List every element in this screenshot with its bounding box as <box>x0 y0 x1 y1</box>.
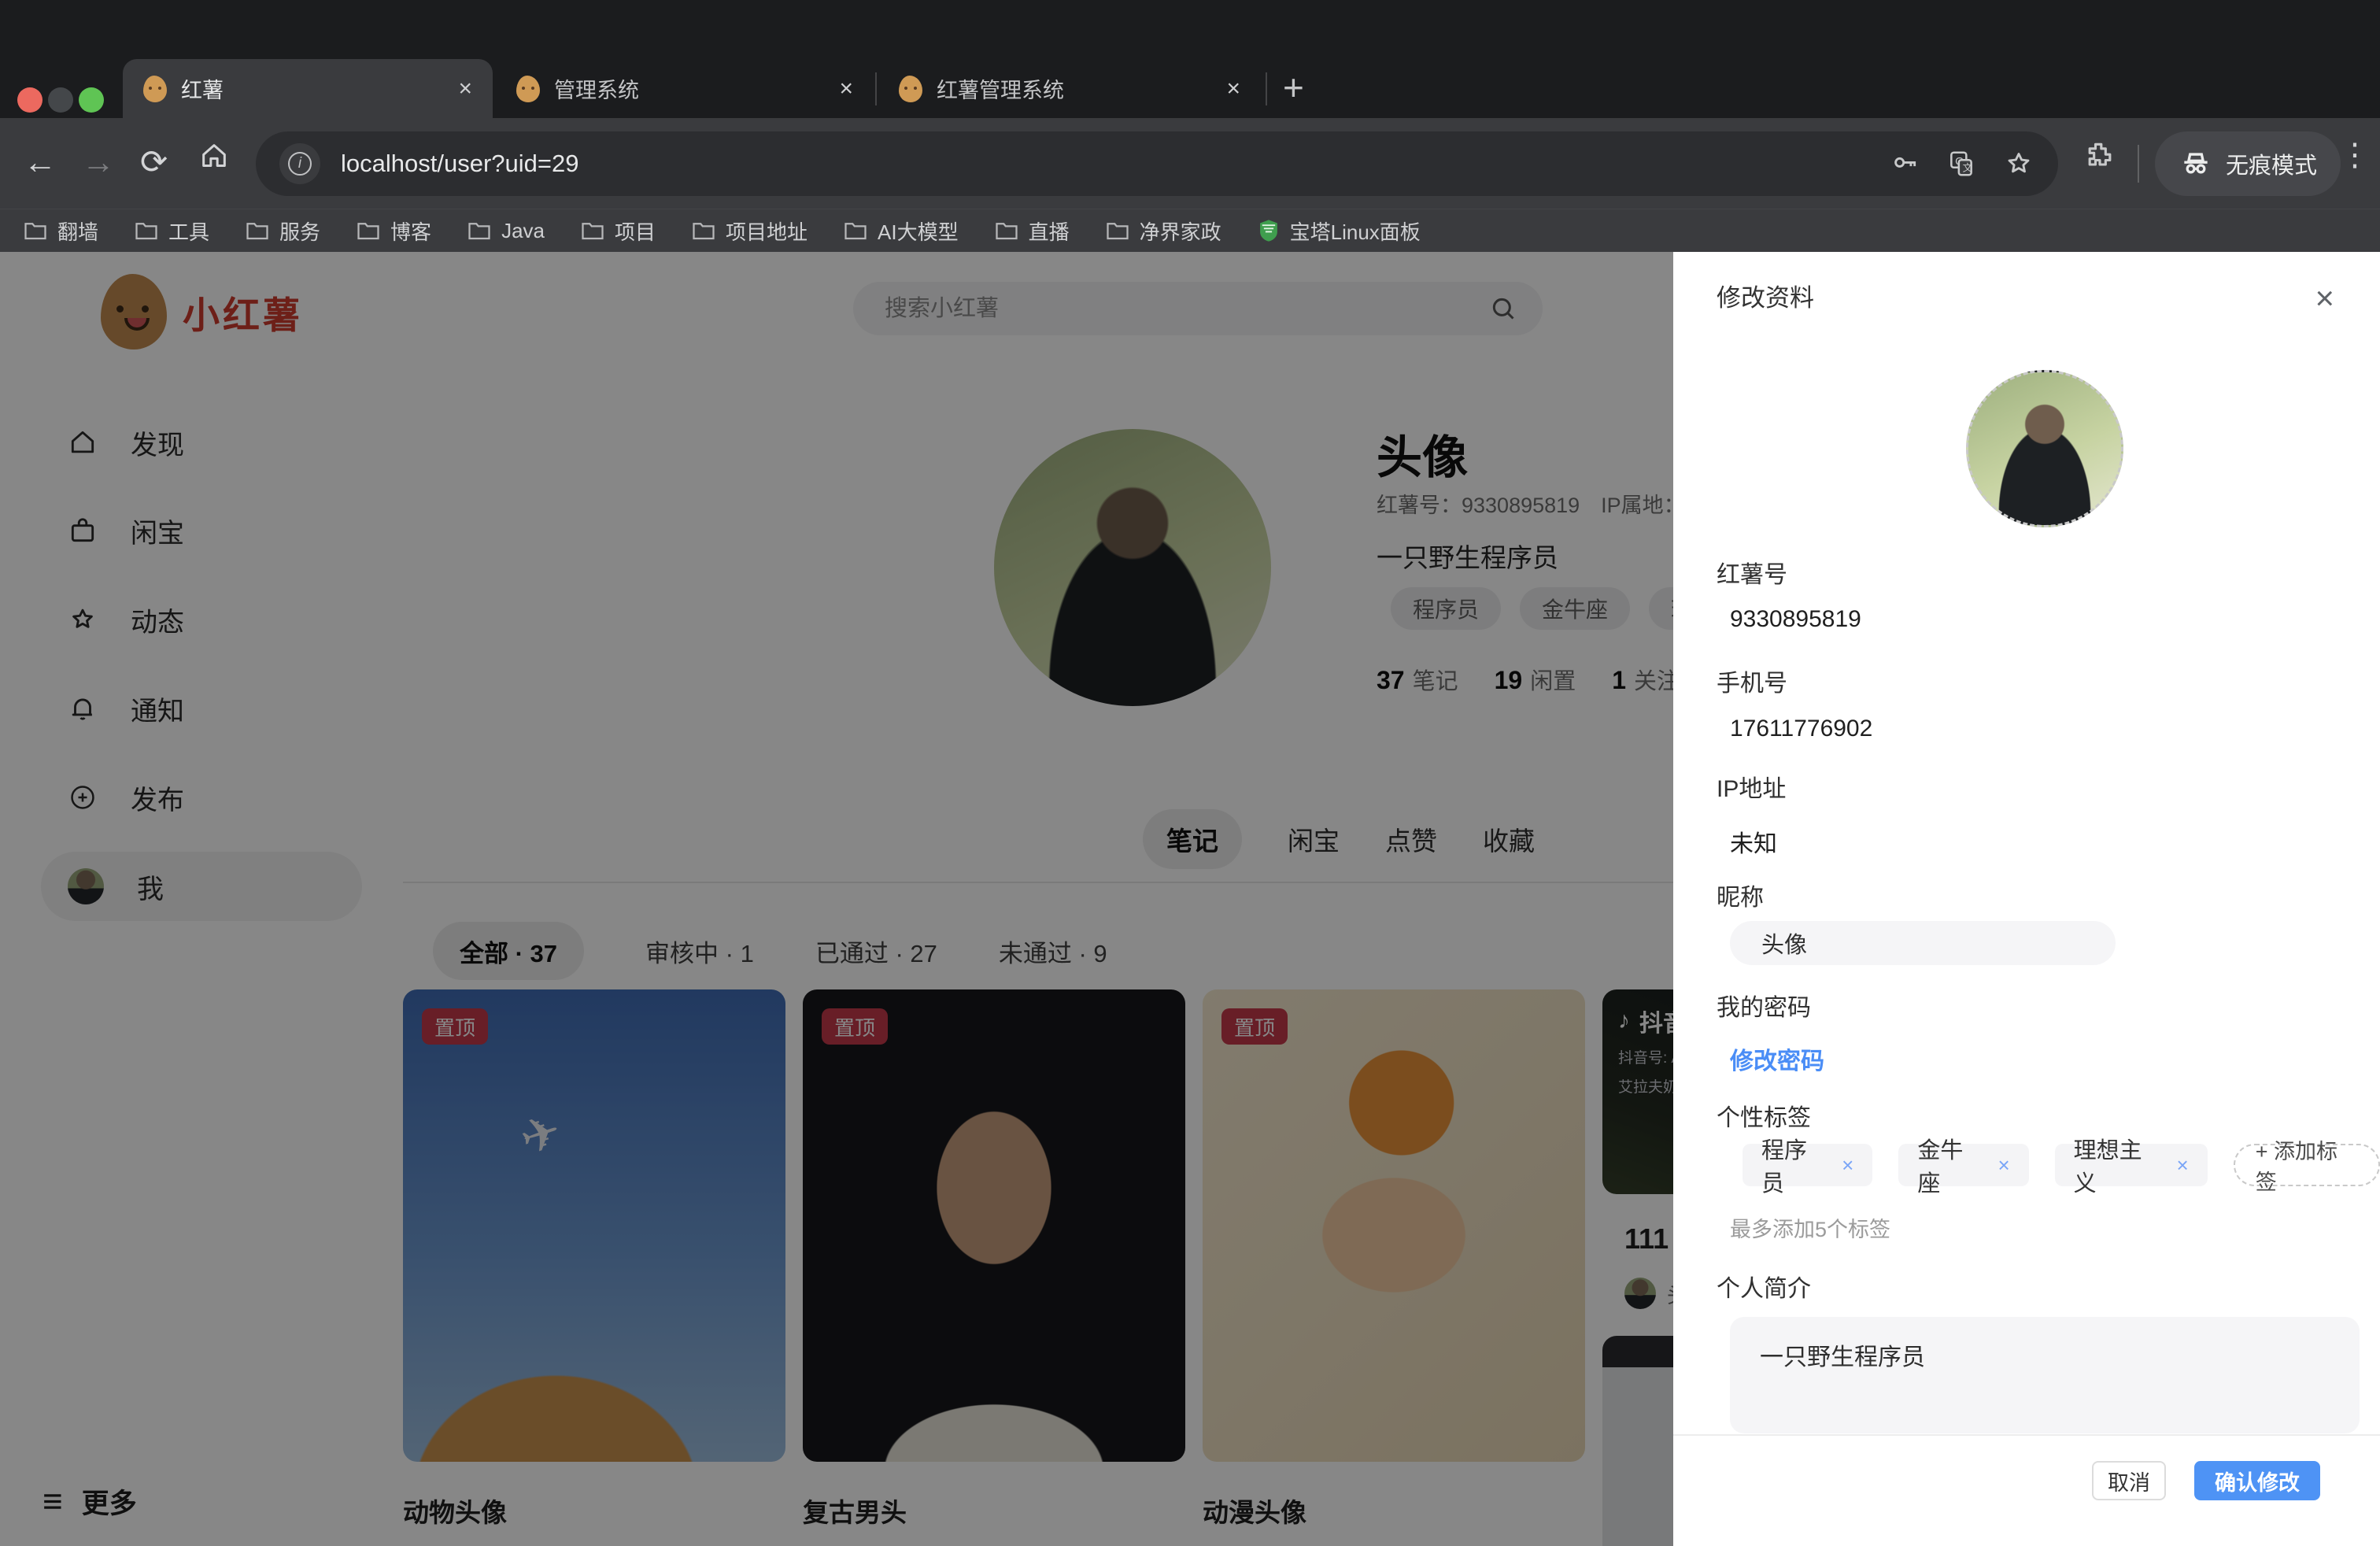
field-value-phone: 17611776902 <box>1730 716 1872 742</box>
browser-tab[interactable]: 管理系统 × <box>496 59 874 118</box>
tag-chip: 程序员× <box>1743 1144 1872 1186</box>
footer-divider <box>1673 1434 2380 1436</box>
home-icon[interactable] <box>198 140 230 179</box>
incognito-spy-icon <box>2179 146 2213 181</box>
browser-toolbar: ← → ⟳ i localhost/user?uid=29 G文 <box>0 118 2380 209</box>
site-favicon-icon <box>899 76 922 102</box>
browser-tab-active[interactable]: 红薯 × <box>123 59 493 118</box>
svg-text:文: 文 <box>1963 163 1973 174</box>
folder-icon <box>135 220 158 241</box>
bookmark-item[interactable]: 博客 <box>357 216 431 246</box>
window-minimize-button[interactable] <box>48 87 73 113</box>
browser-tab[interactable]: 红薯管理系统 × <box>878 59 1261 118</box>
field-value-id: 9330895819 <box>1730 606 1861 633</box>
window-close-button[interactable] <box>17 87 42 113</box>
extensions-icon[interactable] <box>2082 139 2117 181</box>
folder-icon <box>246 220 269 241</box>
tab-divider <box>1266 72 1267 105</box>
folder-icon <box>1106 220 1129 241</box>
field-label-ip: IP地址 <box>1717 769 1786 804</box>
screen: 红薯 × 管理系统 × 红薯管理系统 × + ← → ⟳ i localhost… <box>0 0 2380 1546</box>
nickname-label: 昵称 <box>1717 878 1764 912</box>
folder-icon <box>357 220 380 241</box>
bio-textarea[interactable]: 一只野生程序员 <box>1730 1317 2360 1433</box>
incognito-badge: 无痕模式 <box>2155 131 2341 196</box>
field-label-phone: 手机号 <box>1717 664 1787 698</box>
tab-title: 管理系统 <box>554 73 825 104</box>
bookmark-item[interactable]: 项目地址 <box>692 216 808 246</box>
bio-label: 个人简介 <box>1717 1269 1811 1304</box>
drawer-title: 修改资料 <box>1717 278 1814 313</box>
folder-icon <box>995 220 1018 241</box>
back-icon[interactable]: ← <box>24 143 57 181</box>
editable-avatar[interactable] <box>1966 370 2123 527</box>
drawer-footer: 取消 确认修改 <box>2092 1461 2320 1500</box>
bookmark-item[interactable]: 翻墙 <box>24 216 98 246</box>
bookmark-item[interactable]: Java <box>468 219 545 243</box>
bookmark-item[interactable]: AI大模型 <box>844 216 959 246</box>
url-bar[interactable]: i localhost/user?uid=29 G文 <box>256 131 2058 196</box>
field-value-ip: 未知 <box>1730 824 1777 859</box>
remove-tag-icon[interactable]: × <box>2177 1153 2189 1178</box>
bookmark-item[interactable]: 直播 <box>995 216 1070 246</box>
traffic-lights <box>17 87 104 113</box>
baota-shield-icon <box>1258 219 1280 242</box>
field-label-id: 红薯号 <box>1717 555 1787 590</box>
tab-title: 红薯 <box>181 73 444 104</box>
tag-chip: 金牛座× <box>1898 1144 2028 1186</box>
site-info-icon[interactable]: i <box>279 143 320 184</box>
toolbar-divider <box>2138 145 2139 183</box>
new-tab-button[interactable]: + <box>1283 66 1304 109</box>
password-label: 我的密码 <box>1717 988 1811 1023</box>
modal-dim-overlay[interactable] <box>0 252 1673 1546</box>
url-text[interactable]: localhost/user?uid=29 <box>341 150 1890 178</box>
cancel-button[interactable]: 取消 <box>2092 1461 2166 1500</box>
tab-close-icon[interactable]: × <box>458 76 472 102</box>
bookmark-item[interactable]: 服务 <box>246 216 320 246</box>
close-icon[interactable]: × <box>2315 282 2334 315</box>
folder-icon <box>468 220 491 241</box>
bookmark-item-baota[interactable]: 宝塔Linux面板 <box>1258 216 1421 246</box>
browser-chrome: 红薯 × 管理系统 × 红薯管理系统 × + ← → ⟳ i localhost… <box>0 0 2380 252</box>
tags-label: 个性标签 <box>1717 1098 1811 1133</box>
omnibox-icons: G文 <box>1890 148 2034 179</box>
change-password-link[interactable]: 修改密码 <box>1730 1041 1824 1076</box>
tab-divider <box>875 72 877 105</box>
window-zoom-button[interactable] <box>79 87 104 113</box>
confirm-button[interactable]: 确认修改 <box>2194 1461 2320 1500</box>
tag-editor: 程序员× 金牛座× 理想主义× + 添加标签 <box>1743 1144 2380 1186</box>
folder-icon <box>692 220 715 241</box>
edit-profile-drawer: 修改资料 × 红薯号 9330895819 手机号 17611776902 IP… <box>1673 252 2380 1546</box>
forward-icon[interactable]: → <box>82 143 115 181</box>
site-favicon-icon <box>143 76 167 102</box>
bookmarks-bar: 翻墙 工具 服务 博客 Java 项目 项目地址 AI大模型 直播 净界家政 宝… <box>0 209 2380 252</box>
app-viewport: 小红薯 发现 闲宝 动态 通知 发布 我 ≡ 更多 <box>0 252 2380 1546</box>
folder-icon <box>844 220 867 241</box>
nickname-input[interactable] <box>1730 921 2116 965</box>
reload-icon[interactable]: ⟳ <box>140 143 168 181</box>
tab-close-icon[interactable]: × <box>839 76 853 102</box>
remove-tag-icon[interactable]: × <box>1842 1153 1853 1178</box>
tab-title: 红薯管理系统 <box>937 73 1212 104</box>
browser-menu-icon[interactable]: ⋮ <box>2339 137 2371 173</box>
add-tag-button[interactable]: + 添加标签 <box>2234 1144 2380 1186</box>
folder-icon <box>581 220 604 241</box>
tab-close-icon[interactable]: × <box>1226 76 1240 102</box>
folder-icon <box>24 220 47 241</box>
remove-tag-icon[interactable]: × <box>1998 1153 2009 1178</box>
incognito-label: 无痕模式 <box>2226 147 2317 180</box>
translate-icon[interactable]: G文 <box>1946 149 1976 179</box>
bookmark-star-icon[interactable] <box>2003 148 2034 179</box>
bookmark-item[interactable]: 工具 <box>135 216 209 246</box>
bookmark-item[interactable]: 净界家政 <box>1106 216 1221 246</box>
tag-chip: 理想主义× <box>2055 1144 2208 1186</box>
tags-hint: 最多添加5个标签 <box>1730 1212 1890 1243</box>
site-favicon-icon <box>516 76 540 102</box>
bookmark-item[interactable]: 项目 <box>581 216 656 246</box>
password-key-icon[interactable] <box>1890 149 1920 179</box>
